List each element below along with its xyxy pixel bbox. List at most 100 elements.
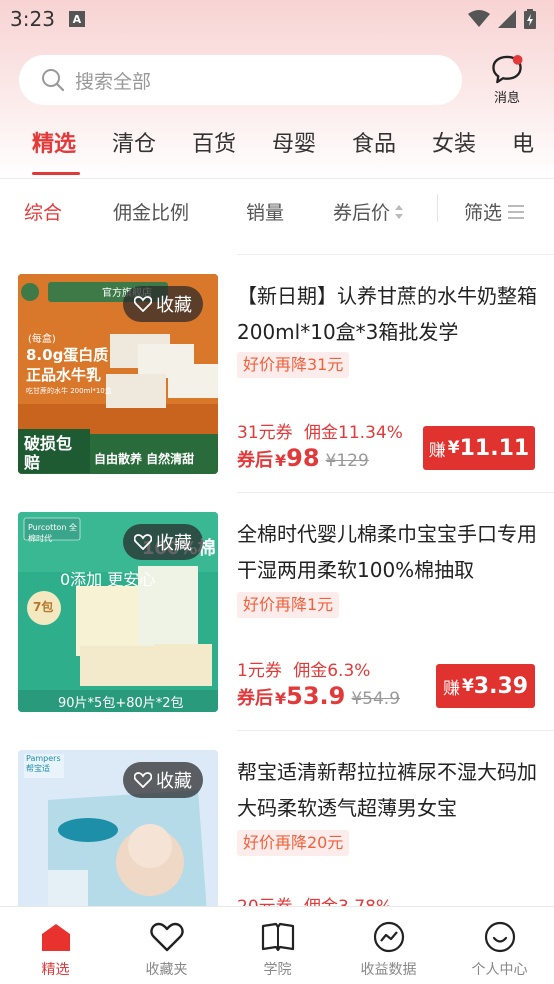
- sort-sales[interactable]: 销量: [246, 198, 284, 225]
- status-bar: 3:23 A: [0, 0, 554, 38]
- earn-label: 赚: [428, 440, 446, 461]
- smile-icon: [482, 919, 518, 955]
- currency-symbol: ¥: [275, 451, 287, 470]
- filter-button[interactable]: 筛选: [464, 198, 526, 225]
- price-label: 券后: [237, 450, 273, 471]
- thumb-footer: 90片*5包+80片*2包: [58, 696, 184, 711]
- thumb-subline: 0添加 更安心: [60, 570, 156, 589]
- thumb-brand: Purcotton 全棉时代: [28, 523, 77, 543]
- tab-food[interactable]: 食品: [352, 126, 396, 158]
- home-icon: [38, 919, 74, 955]
- heart-outline-icon: [134, 534, 152, 550]
- nav-academy[interactable]: 学院: [222, 907, 333, 984]
- nav-label: 精选: [41, 962, 70, 978]
- tab-general-merchandise[interactable]: 百货: [192, 126, 236, 158]
- sort-price-label: 券后价: [333, 202, 391, 224]
- earn-button[interactable]: 赚 ¥ 11.11: [423, 426, 535, 470]
- favorite-label: 收藏: [156, 533, 192, 554]
- earn-value: 11.11: [459, 435, 530, 461]
- sort-arrows-icon: [395, 204, 404, 219]
- earn-label: 赚: [442, 678, 460, 699]
- thumb-pack-badge: 7包: [33, 600, 54, 614]
- search-placeholder: 搜索全部: [75, 70, 152, 93]
- message-icon: [492, 54, 523, 84]
- nav-label: 收益数据: [360, 962, 417, 978]
- tab-mother-baby[interactable]: 母婴: [272, 126, 316, 158]
- earn-value: 3.39: [473, 673, 529, 699]
- sort-price-after-coupon[interactable]: 券后价: [333, 198, 404, 225]
- earn-currency: ¥: [447, 438, 460, 458]
- thumb-guarantee: 破损包赔: [24, 434, 73, 472]
- promo-tag: 好价再降20元: [237, 830, 350, 856]
- product-title[interactable]: 【新日期】认养甘蔗的水牛奶整箱200ml*10盒*3箱批发学: [237, 278, 537, 350]
- currency-symbol: ¥: [275, 689, 287, 708]
- original-price: ¥54.9: [351, 689, 401, 709]
- tab-womens-clothing[interactable]: 女装: [432, 126, 476, 158]
- thumb-brand: Pampers 帮宝适: [26, 754, 61, 773]
- thumb-box-note: (每盒): [28, 334, 56, 345]
- price-label: 券后: [237, 688, 273, 709]
- favorite-button[interactable]: 收藏: [123, 524, 203, 560]
- search-bar[interactable]: 搜索全部: [19, 55, 462, 105]
- earn-button[interactable]: 赚 ¥ 3.39: [436, 664, 535, 708]
- tab-clearance[interactable]: 清仓: [112, 126, 156, 158]
- product-card[interactable]: 官方旗舰店 (每盒) 8.0g蛋白质 正品水牛乳 吃甘蔗的水牛 200ml*10…: [0, 254, 554, 492]
- nav-profile[interactable]: 个人中心: [444, 907, 554, 984]
- price-after-coupon: 98: [286, 444, 320, 472]
- heart-outline-icon: [134, 772, 152, 788]
- category-tabs: 精选 清仓 百货 母婴 食品 女装 电: [0, 126, 554, 176]
- price-line: 券后 ¥ 98 ¥129: [237, 444, 369, 472]
- tab-divider: [0, 178, 554, 179]
- promo-tag: 好价再降31元: [237, 352, 350, 378]
- messages-button[interactable]: 消息: [484, 54, 530, 106]
- favorite-button[interactable]: 收藏: [123, 762, 203, 798]
- signal-icon: [498, 10, 516, 28]
- coupon-commission-line: 31元券 佣金11.34%: [237, 418, 403, 443]
- favorite-label: 收藏: [156, 771, 192, 792]
- nav-label: 收藏夹: [145, 962, 188, 978]
- product-image[interactable]: Purcotton 全棉时代 100%棉 0添加 更安心 7包 90片*5包+8…: [18, 512, 218, 712]
- wifi-icon: [468, 10, 490, 27]
- chart-icon: [371, 919, 407, 955]
- product-card[interactable]: Purcotton 全棉时代 100%棉 0添加 更安心 7包 90片*5包+8…: [0, 492, 554, 730]
- tab-electronics[interactable]: 电: [512, 126, 534, 158]
- filter-label: 筛选: [464, 202, 503, 224]
- original-price: ¥129: [325, 451, 369, 471]
- heart-icon: [149, 919, 185, 955]
- promo-tag: 好价再降1元: [237, 592, 340, 618]
- product-image[interactable]: 官方旗舰店 (每盒) 8.0g蛋白质 正品水牛乳 吃甘蔗的水牛 200ml*10…: [18, 274, 218, 474]
- thumb-protein: 8.0g蛋白质: [26, 346, 109, 364]
- price-line: 券后 ¥ 53.9 ¥54.9: [237, 682, 400, 710]
- book-icon: [260, 919, 296, 955]
- favorite-label: 收藏: [156, 295, 192, 316]
- coupon-amount: 31元券: [237, 423, 293, 443]
- sort-bar: 综合 佣金比例 销量 券后价 筛选: [0, 180, 554, 240]
- thumb-product-line: 正品水牛乳: [26, 366, 102, 384]
- tab-featured[interactable]: 精选: [32, 126, 76, 158]
- search-icon: [42, 69, 65, 92]
- thumb-slogan: 自由散养 自然清甜: [94, 452, 195, 466]
- nav-featured[interactable]: 精选: [0, 907, 111, 984]
- earn-currency: ¥: [461, 676, 474, 696]
- nav-label: 个人中心: [471, 962, 528, 978]
- favorite-button[interactable]: 收藏: [123, 286, 203, 322]
- price-after-coupon: 53.9: [286, 682, 346, 710]
- product-title[interactable]: 帮宝适清新帮拉拉裤尿不湿大码加大码柔软透气超薄男女宝: [237, 754, 537, 826]
- heart-outline-icon: [134, 296, 152, 312]
- notification-icon: A: [68, 11, 85, 27]
- nav-favorites[interactable]: 收藏夹: [111, 907, 222, 984]
- active-tab-indicator: [32, 172, 80, 175]
- coupon-amount: 1元券: [237, 661, 282, 681]
- product-title[interactable]: 全棉时代婴儿棉柔巾宝宝手口专用干湿两用柔软100%棉抽取: [237, 516, 537, 588]
- commission-rate: 佣金11.34%: [304, 423, 403, 443]
- thumb-detail: 吃甘蔗的水牛 200ml*10盒: [26, 387, 112, 395]
- nav-earnings-data[interactable]: 收益数据: [333, 907, 444, 984]
- status-icons: [468, 9, 536, 29]
- bottom-navigation: 精选 收藏夹 学院 收益数据 个人中心: [0, 906, 554, 984]
- sort-commission-rate[interactable]: 佣金比例: [113, 198, 189, 225]
- status-time: 3:23: [10, 7, 55, 31]
- sort-comprehensive[interactable]: 综合: [24, 198, 62, 225]
- filter-lines-icon: [508, 204, 525, 219]
- commission-rate: 佣金6.3%: [293, 661, 371, 681]
- product-image[interactable]: Pampers 帮宝适 收藏: [18, 750, 218, 926]
